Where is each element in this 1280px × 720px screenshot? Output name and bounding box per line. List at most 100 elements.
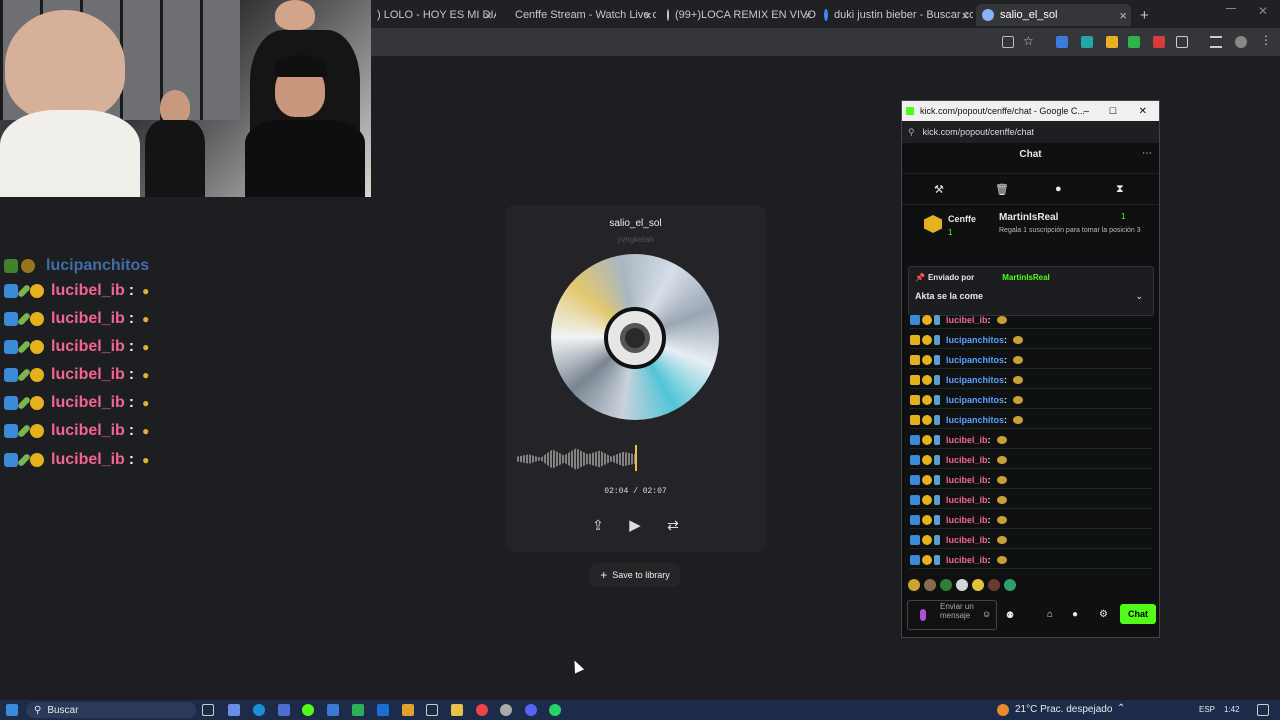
edge-icon[interactable] — [253, 704, 265, 716]
puzzle-icon[interactable] — [1176, 36, 1188, 48]
app-icon[interactable] — [377, 704, 389, 716]
tab-1[interactable]: Cenffe Stream - Watch Live on × — [503, 4, 656, 26]
adblock-icon[interactable] — [1153, 36, 1165, 48]
pepper-icon — [934, 354, 940, 365]
app-icon[interactable] — [278, 704, 290, 716]
windows-start-icon[interactable] — [6, 704, 18, 716]
task-view-icon[interactable] — [202, 704, 214, 716]
maximize-icon[interactable]: ☐ — [1109, 106, 1117, 117]
app-icon[interactable] — [302, 704, 314, 716]
emote-icon[interactable] — [972, 579, 984, 591]
chat-username[interactable]: lucibel_ib — [946, 435, 988, 445]
app-icon[interactable] — [228, 704, 240, 716]
sub-badge-icon — [922, 354, 932, 365]
close-icon[interactable]: × — [804, 8, 812, 23]
emote-icon[interactable] — [940, 579, 952, 591]
close-icon[interactable]: × — [1119, 8, 1127, 23]
translate-icon[interactable] — [1002, 36, 1014, 48]
weather-text[interactable]: 21°C Prac. despejado — [1015, 704, 1112, 715]
tab-4[interactable]: salio_el_sol × — [976, 4, 1131, 26]
chat-username[interactable]: lucipanchitos — [946, 335, 1004, 345]
extension-icon[interactable] — [1128, 36, 1140, 48]
app-icon[interactable] — [402, 704, 414, 716]
chat-username[interactable]: lucibel_ib — [946, 535, 988, 545]
close-icon[interactable]: ✕ — [1258, 4, 1268, 18]
chat-username[interactable]: lucipanchitos — [946, 395, 1004, 405]
new-tab-button[interactable]: + — [1134, 4, 1154, 26]
tab-2[interactable]: (99+)LOCA REMIX EN VIVO - B× — [661, 4, 816, 26]
app-icon[interactable] — [426, 704, 438, 716]
chevron-down-icon[interactable]: ⌄ — [1135, 291, 1143, 302]
folder-icon[interactable] — [451, 704, 463, 716]
pinned-message[interactable]: 📌 Enviado por MartinIsReal Akta se la co… — [908, 266, 1154, 316]
minimize-icon[interactable]: – — [1083, 106, 1089, 117]
close-icon[interactable]: × — [961, 8, 969, 23]
chat-username[interactable]: lucibel_ib — [946, 555, 988, 565]
close-icon[interactable]: × — [644, 8, 652, 23]
chrome-icon[interactable] — [476, 704, 488, 716]
separator: : — [1004, 354, 1008, 365]
repeat-icon[interactable]: ⇄ — [665, 517, 681, 534]
chat-input[interactable]: Enviar un mensaje ☺ — [907, 600, 997, 630]
trash-icon[interactable]: 🗑 — [995, 183, 1009, 196]
minimize-icon[interactable] — [1226, 8, 1236, 9]
gear-icon[interactable]: ⚙ — [1099, 609, 1108, 620]
close-icon[interactable]: ✕ — [1139, 106, 1147, 117]
app-icon[interactable] — [352, 704, 364, 716]
notifications-icon[interactable] — [1257, 704, 1269, 716]
emote-icon[interactable] — [956, 579, 968, 591]
hourglass-icon[interactable]: ⧗ — [1116, 183, 1124, 196]
gift-icon[interactable]: ⚉ — [1006, 610, 1014, 621]
app-icon[interactable] — [327, 704, 339, 716]
chat-username[interactable]: lucibel_ib — [946, 515, 988, 525]
save-to-library-button[interactable]: + Save to library — [590, 563, 680, 587]
emoji-icon[interactable]: ☺ — [982, 609, 991, 619]
emote-icon — [1013, 415, 1024, 424]
star-icon[interactable]: ☆ — [1023, 34, 1035, 48]
hammer-icon[interactable]: ⚒ — [934, 183, 944, 196]
chat-username[interactable]: lucibel_ib — [946, 475, 988, 485]
extension-icon[interactable] — [1056, 36, 1068, 48]
chat-username[interactable]: lucibel_ib — [946, 455, 988, 465]
chat-username[interactable]: lucipanchitos — [946, 375, 1004, 385]
store-icon[interactable]: ⌂ — [1047, 609, 1053, 620]
taskbar-search[interactable]: ⚲ Buscar — [26, 702, 196, 718]
chat-bubble-icon[interactable]: ● — [1072, 609, 1078, 620]
pepper-icon — [934, 414, 940, 425]
clock[interactable]: 1:42 — [1224, 705, 1240, 714]
extension-icon[interactable] — [1106, 36, 1118, 48]
send-chat-button[interactable]: Chat — [1120, 604, 1156, 624]
chat-username[interactable]: lucipanchitos — [946, 355, 1004, 365]
more-icon[interactable]: ⋯ — [1142, 148, 1152, 159]
mic-icon[interactable] — [920, 609, 926, 621]
avatar[interactable] — [1235, 36, 1247, 48]
emote-icon[interactable] — [908, 579, 920, 591]
discord-icon[interactable] — [525, 704, 537, 716]
taskbar: ⚲ Buscar 21°C Prac. despejado ⌃ ESP 1:42 — [0, 700, 1280, 720]
tab-3[interactable]: duki justin bieber - Buscar con × — [818, 4, 973, 26]
chat-username[interactable]: lucibel_ib — [946, 315, 988, 325]
tab-0[interactable]: ) LOLO - HOY ES MI DIA (VID× — [371, 4, 496, 26]
pinned-by-label: Enviado por — [927, 273, 975, 282]
chat-username[interactable]: lucibel_ib — [946, 495, 988, 505]
chat-username[interactable]: lucipanchitos — [946, 415, 1004, 425]
share-icon[interactable]: ⇪ — [590, 517, 606, 534]
chat-bubble-icon[interactable]: ● — [1055, 183, 1062, 195]
site-info-icon[interactable]: ⚲ — [908, 127, 915, 138]
close-icon[interactable]: × — [484, 8, 492, 23]
emote-bar[interactable] — [908, 579, 1088, 597]
chevron-up-icon[interactable]: ⌃ — [1117, 703, 1125, 714]
search-icon: ⚲ — [34, 704, 42, 716]
emote-icon[interactable] — [988, 579, 1000, 591]
emote-icon[interactable] — [924, 579, 936, 591]
language-indicator[interactable]: ESP — [1199, 705, 1215, 714]
extension-icon[interactable] — [1081, 36, 1093, 48]
menu-icon[interactable] — [1210, 36, 1222, 48]
emote-icon[interactable] — [1004, 579, 1016, 591]
more-icon[interactable]: ⋮ — [1260, 33, 1272, 47]
play-icon[interactable]: ▶ — [627, 516, 643, 534]
app-icon[interactable] — [500, 704, 512, 716]
whatsapp-icon[interactable] — [549, 704, 561, 716]
playhead[interactable] — [635, 445, 637, 471]
url-bar[interactable]: ⚲ kick.com/popout/cenffe/chat — [902, 121, 1159, 143]
